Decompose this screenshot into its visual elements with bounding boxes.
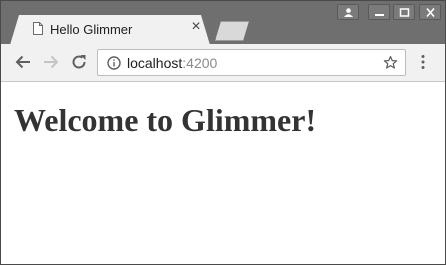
maximize-icon xyxy=(399,8,410,17)
page-icon xyxy=(33,22,43,35)
close-window-button[interactable] xyxy=(419,4,441,20)
tab-title: Hello Glimmer xyxy=(50,22,133,37)
user-button[interactable] xyxy=(337,4,359,20)
toolbar: localhost:4200 xyxy=(1,44,445,82)
menu-dots-icon[interactable] xyxy=(418,54,428,70)
star-icon[interactable] xyxy=(383,55,398,70)
minimize-icon xyxy=(375,14,384,16)
close-icon xyxy=(426,8,435,17)
title-bar: Hello Glimmer × xyxy=(1,1,445,45)
browser-window: Hello Glimmer × localhost:4200 Welcome t… xyxy=(0,0,446,265)
new-tab-button[interactable] xyxy=(215,21,249,41)
forward-arrow-icon[interactable] xyxy=(42,53,60,71)
maximize-button[interactable] xyxy=(393,4,415,20)
url-text: localhost:4200 xyxy=(127,55,217,71)
user-icon xyxy=(344,8,353,17)
address-bar[interactable]: localhost:4200 xyxy=(97,49,406,76)
url-host: localhost xyxy=(127,55,183,71)
url-port: :4200 xyxy=(182,55,218,71)
page-heading: Welcome to Glimmer! xyxy=(14,102,317,138)
tab-hello-glimmer[interactable]: Hello Glimmer × xyxy=(10,15,210,45)
minimize-button[interactable] xyxy=(368,4,390,20)
page-content: Welcome to Glimmer! xyxy=(1,82,445,264)
tab-close-icon[interactable]: × xyxy=(189,19,203,35)
reload-icon[interactable] xyxy=(70,53,88,71)
back-arrow-icon[interactable] xyxy=(14,53,32,71)
info-icon[interactable] xyxy=(107,56,121,70)
